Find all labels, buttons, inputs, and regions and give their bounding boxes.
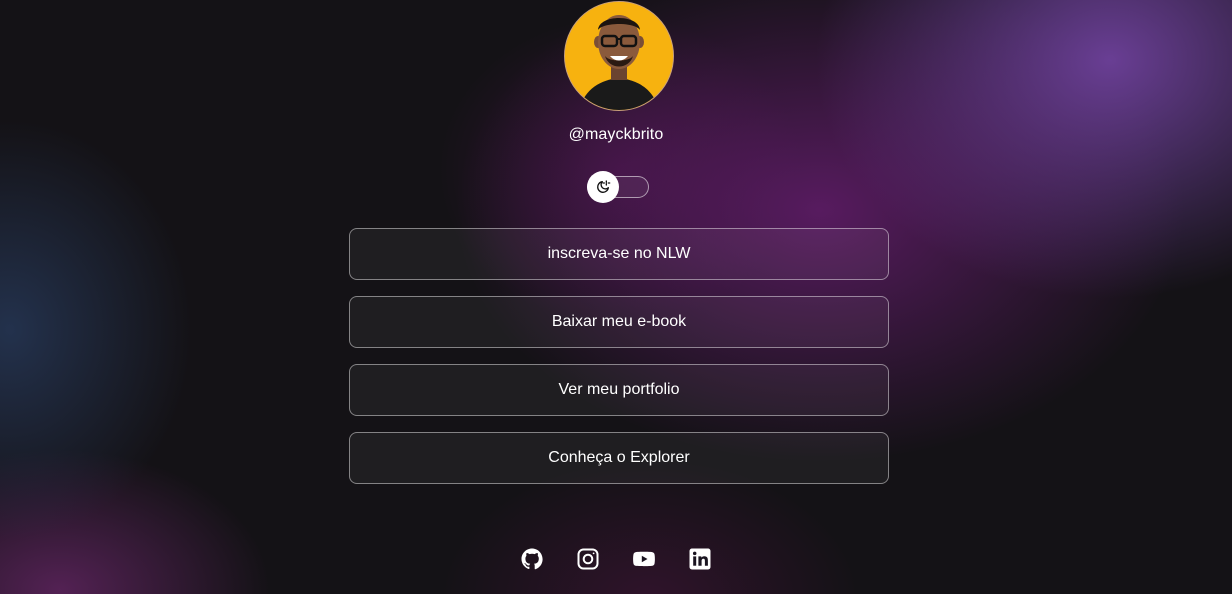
linkedin-icon: [689, 548, 711, 570]
link-button-explorer[interactable]: Conheça o Explorer: [349, 432, 889, 484]
youtube-link[interactable]: [632, 547, 656, 571]
link-button-nlw[interactable]: inscreva-se no NLW: [349, 228, 889, 280]
moon-sun-icon: [597, 180, 611, 193]
username: @mayckbrito: [568, 126, 664, 143]
list-item: Baixar meu e-book: [349, 296, 889, 348]
github-icon: [521, 548, 543, 570]
list-item: Ver meu portfolio: [349, 364, 889, 416]
instagram-icon: [577, 548, 599, 570]
links-list: inscreva-se no NLW Baixar meu e-book Ver…: [349, 228, 889, 500]
profile-container: @mayckbrito inscreva-se no NLW Baixar me…: [0, 0, 1232, 594]
theme-switch-knob[interactable]: [587, 171, 619, 203]
link-button-ebook[interactable]: Baixar meu e-book: [349, 296, 889, 348]
avatar: [564, 1, 674, 111]
social-links: [0, 547, 1232, 571]
linkedin-link[interactable]: [688, 547, 712, 571]
list-item: Conheça o Explorer: [349, 432, 889, 484]
list-item: inscreva-se no NLW: [349, 228, 889, 280]
github-link[interactable]: [520, 547, 544, 571]
link-button-portfolio[interactable]: Ver meu portfolio: [349, 364, 889, 416]
avatar-photo: [565, 2, 673, 110]
instagram-link[interactable]: [576, 547, 600, 571]
theme-switch[interactable]: [587, 171, 651, 203]
youtube-icon: [633, 551, 655, 567]
